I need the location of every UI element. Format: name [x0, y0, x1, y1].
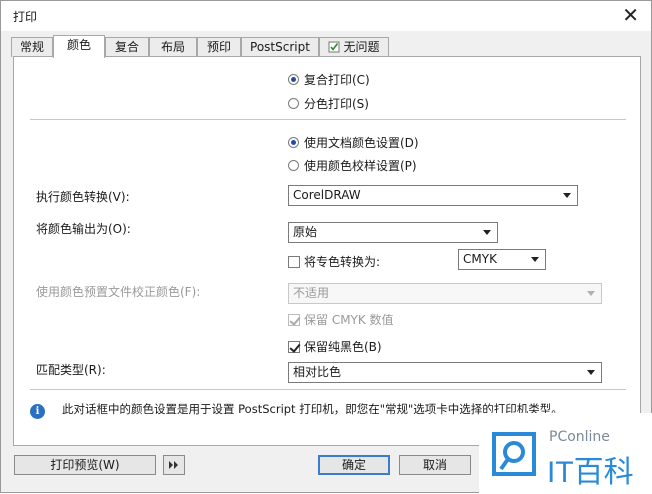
close-icon[interactable]: ✕	[622, 3, 639, 27]
chevron-down-icon	[587, 291, 595, 296]
watermark: PConline IT百科	[479, 413, 652, 494]
tab-label: 预印	[206, 40, 231, 54]
window-title: 打印	[13, 10, 38, 24]
checkbox-label: 将专色转换为:	[304, 255, 381, 269]
tab-label: PostScript	[250, 40, 310, 54]
radio-button-selected[interactable]	[288, 137, 299, 148]
radio-composite[interactable]: 复合打印(C)	[288, 71, 370, 88]
radio-button[interactable]	[288, 160, 299, 171]
preset-select: 不适用	[288, 283, 602, 304]
tab-label: 颜色	[66, 38, 91, 52]
button-label: 确定	[341, 458, 366, 472]
output-color-select[interactable]: 原始	[288, 222, 498, 243]
radio-button[interactable]	[288, 98, 299, 109]
select-value: CMYK	[463, 252, 497, 266]
preset-label: 使用颜色预置文件校正颜色(F):	[36, 285, 201, 299]
radio-proof-color[interactable]: 使用颜色校样设置(P)	[288, 157, 417, 174]
cancel-button[interactable]: 取消	[399, 455, 471, 475]
select-value: 原始	[293, 225, 318, 239]
tab-label: 复合	[114, 40, 139, 54]
button-label: 取消	[422, 458, 447, 472]
tab-no-issues[interactable]: 无问题	[319, 37, 389, 57]
separator	[30, 389, 626, 390]
print-dialog: 打印 ✕ 常规 颜色 复合 布局 预印 PostScript 无问题 复合打印(…	[0, 0, 652, 494]
conversion-select[interactable]: CorelDRAW	[288, 185, 578, 206]
radio-label: 使用文档颜色设置(D)	[304, 136, 419, 150]
tab-postscript[interactable]: PostScript	[241, 37, 319, 57]
button-label: 打印预览(W)	[50, 458, 120, 472]
tab-prepress[interactable]: 预印	[197, 37, 241, 57]
preserve-black-checkbox[interactable]: 保留纯黑色(B)	[288, 338, 382, 355]
print-preview-button[interactable]: 打印预览(W)	[14, 455, 156, 475]
tab-color[interactable]: 颜色	[53, 35, 105, 58]
spot-convert-checkbox[interactable]: 将专色转换为:	[288, 253, 380, 270]
separator	[30, 119, 626, 120]
tab-label: 常规	[19, 40, 44, 54]
chevron-down-icon	[483, 230, 491, 235]
spot-convert-select[interactable]: CMYK	[458, 249, 546, 270]
tab-label: 布局	[160, 40, 185, 54]
rendering-select[interactable]: 相对比色	[288, 362, 602, 383]
radio-document-color[interactable]: 使用文档颜色设置(D)	[288, 134, 419, 151]
pconline-logo-icon	[492, 432, 536, 476]
ok-button[interactable]: 确定	[318, 455, 390, 475]
tab-layout[interactable]: 布局	[149, 37, 197, 57]
tab-label: 无问题	[343, 40, 380, 54]
conversion-label: 执行颜色转换(V):	[36, 190, 130, 204]
watermark-brand: PConline	[549, 429, 610, 445]
color-tab-panel: 复合打印(C) 分色打印(S) 使用文档颜色设置(D) 使用颜色校样设置(P) …	[13, 56, 641, 446]
checkbox-checked-disabled	[288, 314, 300, 326]
radio-label: 复合打印(C)	[304, 73, 370, 87]
radio-separations[interactable]: 分色打印(S)	[288, 95, 369, 112]
select-value: 相对比色	[293, 365, 342, 379]
title-bar: 打印 ✕	[1, 1, 651, 31]
double-chevron-right-icon	[169, 461, 178, 469]
info-icon: i	[30, 404, 45, 419]
radio-label: 使用颜色校样设置(P)	[304, 159, 417, 173]
checkbox-checked[interactable]	[288, 341, 300, 353]
tab-general[interactable]: 常规	[11, 37, 53, 57]
chevron-down-icon	[587, 370, 595, 375]
radio-button-selected[interactable]	[288, 74, 299, 85]
expand-preview-button[interactable]	[163, 455, 185, 475]
checkbox-label: 保留纯黑色(B)	[304, 340, 382, 354]
watermark-title: IT百科	[547, 456, 634, 489]
select-value: 不适用	[293, 286, 330, 300]
radio-label: 分色打印(S)	[304, 97, 369, 111]
tab-composite[interactable]: 复合	[105, 37, 149, 57]
output-color-label: 将颜色输出为(O):	[36, 222, 131, 236]
chevron-down-icon	[563, 193, 571, 198]
checkbox-label: 保留 CMYK 数值	[304, 313, 394, 327]
chevron-down-icon	[531, 257, 539, 262]
select-value: CorelDRAW	[293, 188, 361, 202]
checkbox[interactable]	[288, 256, 300, 268]
rendering-label: 匹配类型(R):	[36, 363, 106, 377]
check-document-icon	[328, 41, 340, 53]
preserve-cmyk-checkbox: 保留 CMYK 数值	[288, 311, 394, 328]
